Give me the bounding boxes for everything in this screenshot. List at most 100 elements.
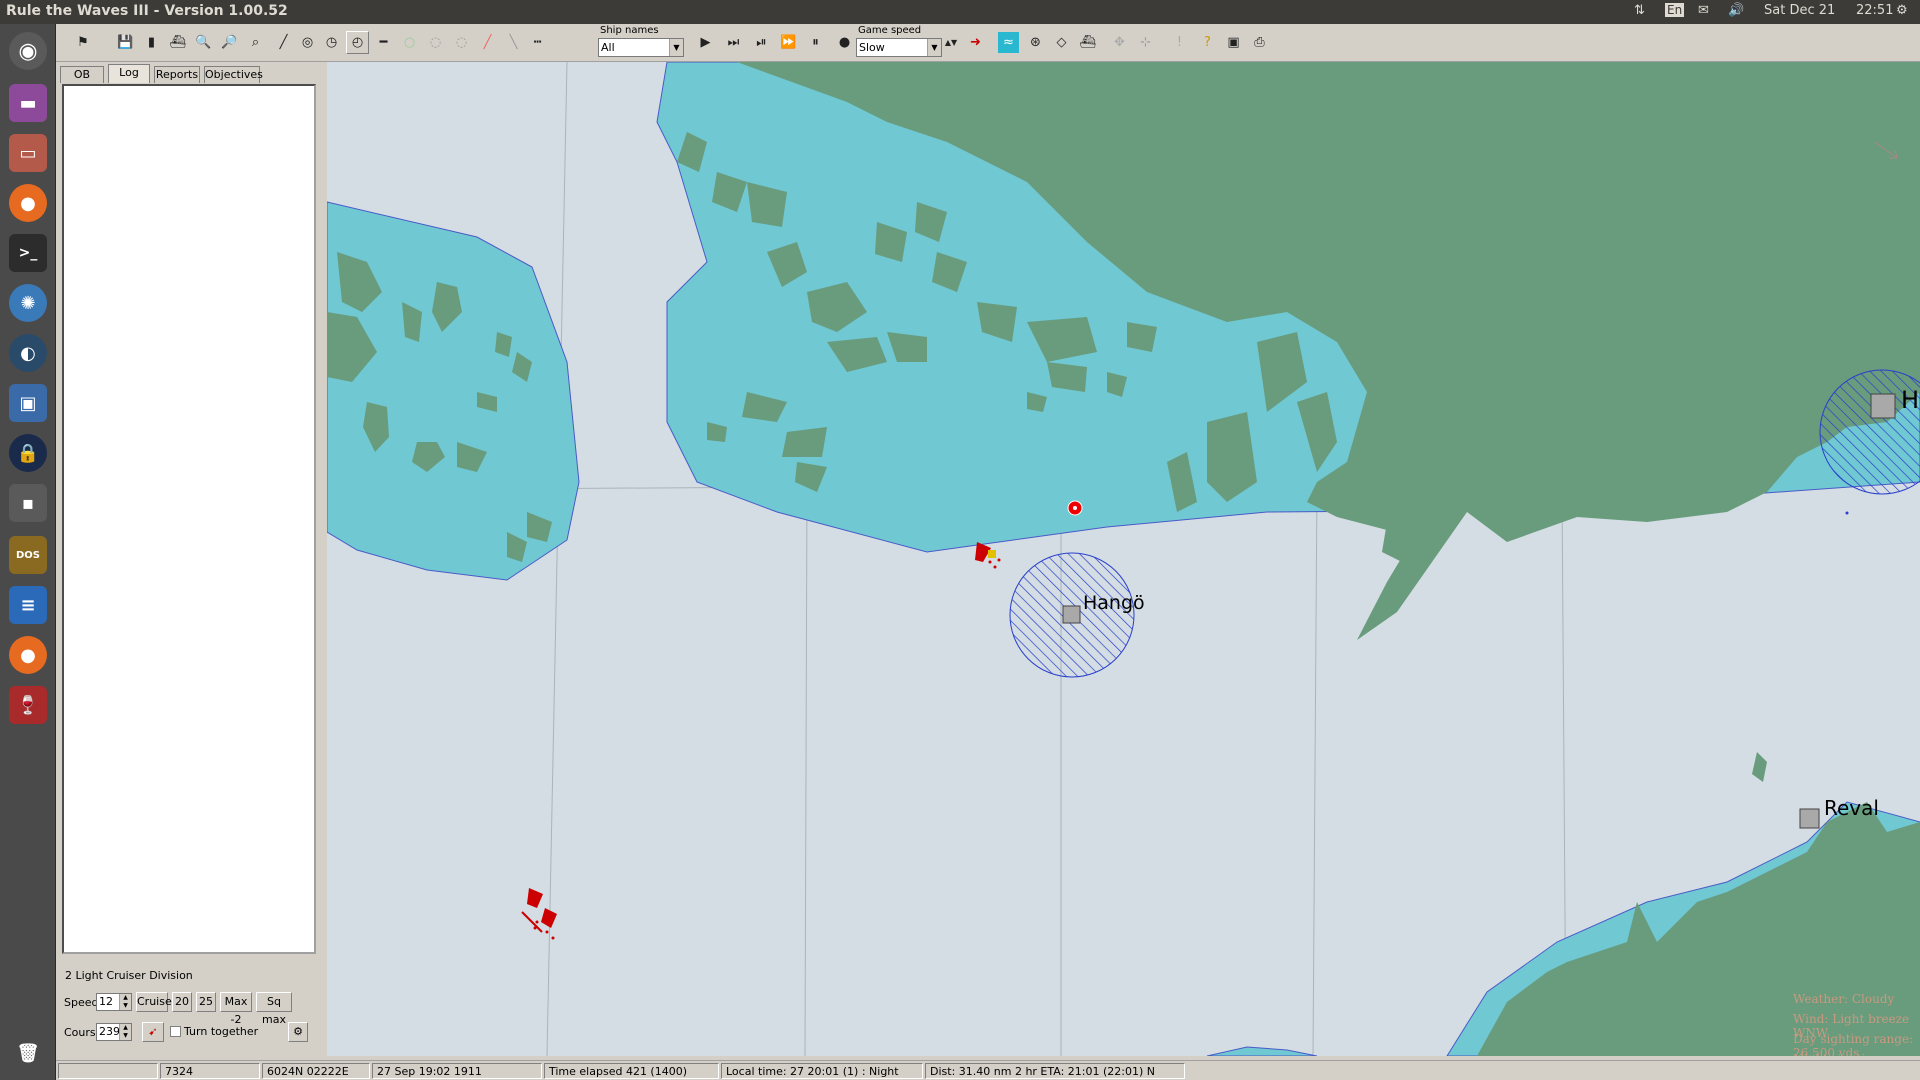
speed-spinner-icon[interactable]: ▲▼ — [944, 31, 958, 54]
log-box[interactable] — [62, 84, 316, 954]
brush-icon[interactable]: ╱ — [272, 31, 295, 54]
date-indicator[interactable]: Sat Dec 21 — [1764, 3, 1835, 18]
launcher-wine[interactable]: 🍷 — [4, 682, 52, 728]
hango-port-marker[interactable] — [1062, 605, 1081, 624]
launcher-writer[interactable]: ≡ — [4, 582, 52, 628]
arrow-right-icon[interactable]: ➜ — [964, 31, 987, 54]
record-icon[interactable]: ● — [833, 31, 856, 54]
contact-dot[interactable] — [1845, 511, 1849, 515]
line-icon[interactable]: ━ — [372, 31, 395, 54]
spinner-icon[interactable]: ▲ ▼ — [119, 994, 131, 1010]
battleship-icon[interactable]: ⛴ — [1076, 31, 1099, 54]
torpedo-line-icon[interactable]: ╱ — [476, 31, 499, 54]
range-circle-3-icon[interactable]: ◌ — [450, 31, 473, 54]
settings-gear-icon[interactable]: ⚙ — [288, 1022, 308, 1042]
step-icon[interactable]: ⏭ — [722, 31, 745, 54]
speed-label: Speed — [64, 996, 99, 1009]
play-icon[interactable]: ▶ — [694, 31, 717, 54]
compass-icon[interactable]: ⊛ — [1024, 31, 1047, 54]
dashed-line-icon[interactable]: ┅ — [526, 31, 549, 54]
diamond-icon[interactable]: ◇ — [1050, 31, 1073, 54]
launcher-dosbox[interactable]: DOS — [4, 532, 52, 578]
gear-icon[interactable]: ⚙ — [1896, 3, 1908, 18]
status-cell-id: 7324 — [160, 1063, 260, 1079]
speed-25-button[interactable]: 25 — [196, 992, 216, 1012]
spinner-icon[interactable]: ▲ ▼ — [119, 1024, 131, 1040]
course-input[interactable]: 239 ▲ ▼ — [96, 1023, 132, 1041]
launcher-firefox-2[interactable]: ● — [4, 632, 52, 678]
speed-input[interactable]: 12 ▲ ▼ — [96, 993, 132, 1011]
shallow-water-bottom — [1206, 1046, 1318, 1056]
launcher-virtualbox[interactable]: ▣ — [4, 380, 52, 426]
tab-objectives[interactable]: Objectives — [204, 66, 263, 83]
window-app-icon: ▬ — [9, 84, 47, 122]
pause-icon[interactable]: ⏸ — [804, 31, 827, 54]
sea-icon[interactable]: ≈ — [997, 31, 1020, 54]
launcher-firefox[interactable]: ● — [4, 180, 52, 226]
turn-together-checkbox[interactable] — [170, 1026, 181, 1037]
time-icon[interactable]: ◴ — [346, 31, 369, 54]
time-indicator[interactable]: 22:51 — [1856, 3, 1893, 18]
course-pointer-icon[interactable]: ➹ — [142, 1022, 164, 1042]
ship-group-1[interactable] — [975, 542, 1001, 569]
clock-icon[interactable]: ◷ — [320, 31, 343, 54]
speed-max-minus-2-button[interactable]: Max -2 — [220, 992, 252, 1026]
launcher-trash[interactable]: 🗑 — [4, 1030, 52, 1076]
screenshot-icon[interactable]: ▣ — [1222, 31, 1245, 54]
launcher-app-1[interactable]: ▬ — [4, 80, 52, 126]
launcher-terminal[interactable]: >_ — [4, 230, 52, 276]
info-icon[interactable]: ! — [1168, 31, 1191, 54]
zoom-fit-icon[interactable]: ⌕ — [244, 31, 267, 54]
launcher-app-5[interactable]: ✺ — [4, 280, 52, 326]
pinwheel-icon: ✺ — [9, 284, 47, 322]
chevron-down-icon: ▼ — [927, 39, 941, 56]
fast-forward-icon[interactable]: ⏩ — [777, 31, 800, 54]
range-circle-icon[interactable]: ○ — [398, 31, 421, 54]
launcher-lock[interactable]: 🔒 — [4, 430, 52, 476]
help-icon[interactable]: ? — [1196, 31, 1219, 54]
pencil-icon[interactable]: ╲ — [502, 31, 525, 54]
top-panel: Rule the Waves III - Version 1.00.52 ⇅ E… — [0, 0, 1920, 24]
tab-reports[interactable]: Reports — [154, 66, 200, 83]
launcher-steam[interactable]: ◐ — [4, 330, 52, 376]
formation-2-icon[interactable]: ⊹ — [1134, 31, 1157, 54]
islet — [1752, 752, 1767, 782]
lock-icon: 🔒 — [9, 434, 47, 472]
toolbar: ⚑ 💾 ▮ ⛴ 🔍 🔎 ⌕ ╱ ◎ ◷ ◴ ━ ○ ◌ ◌ ╱ ╲ ┅ Ship… — [56, 24, 1920, 62]
file-manager-icon: ▭ — [9, 134, 47, 172]
game-speed-select[interactable]: Slow ▼ — [856, 38, 942, 57]
zoom-out-icon[interactable]: 🔎 — [218, 31, 241, 54]
launcher-app-9[interactable]: ▪ — [4, 480, 52, 526]
helsinki-port-marker[interactable] — [1870, 393, 1896, 419]
ship-names-select[interactable]: All ▼ — [598, 38, 684, 57]
stack-icon[interactable]: ◎ — [296, 31, 319, 54]
formation-icon[interactable]: ✥ — [1108, 31, 1131, 54]
print-icon[interactable]: ⎙ — [1248, 31, 1271, 54]
network-icon[interactable]: ⇅ — [1634, 3, 1645, 18]
tab-ob[interactable]: OB — [60, 66, 104, 83]
range-circle-2-icon[interactable]: ◌ — [424, 31, 447, 54]
launcher-files[interactable]: ▭ — [4, 130, 52, 176]
keyboard-indicator[interactable]: En — [1665, 3, 1685, 17]
hango-label: Hangö — [1083, 592, 1145, 614]
speed-value: 12 — [99, 995, 113, 1008]
volume-icon[interactable]: 🔊 — [1728, 3, 1744, 18]
dash-button[interactable]: ◉ — [4, 28, 52, 74]
ship-group-2[interactable] — [521, 888, 557, 940]
reval-port-marker[interactable] — [1799, 808, 1820, 829]
speed-cruise-button[interactable]: Cruise — [136, 992, 172, 1012]
save-icon[interactable]: 💾 — [114, 31, 137, 54]
mail-icon[interactable]: ✉ — [1698, 3, 1709, 18]
step-2-icon[interactable]: ⏯ — [750, 31, 773, 54]
status-cell-blank — [58, 1063, 158, 1079]
speed-sq-max-button[interactable]: Sq max — [256, 992, 292, 1026]
zoom-in-icon[interactable]: 🔍 — [192, 31, 215, 54]
speed-20-button[interactable]: 20 — [172, 992, 192, 1012]
bookmark-icon[interactable]: ▮ — [140, 31, 163, 54]
tab-log[interactable]: Log — [108, 64, 150, 83]
turn-together-label: Turn together — [184, 1025, 259, 1038]
ship-icon[interactable]: ⛴ — [166, 31, 189, 54]
ensign-icon[interactable]: ⚑ — [64, 31, 102, 54]
ship-names-value: All — [601, 41, 615, 54]
map-view[interactable]: Hangö Helsin Reval Weather: Cloudy Wind:… — [327, 62, 1920, 1056]
